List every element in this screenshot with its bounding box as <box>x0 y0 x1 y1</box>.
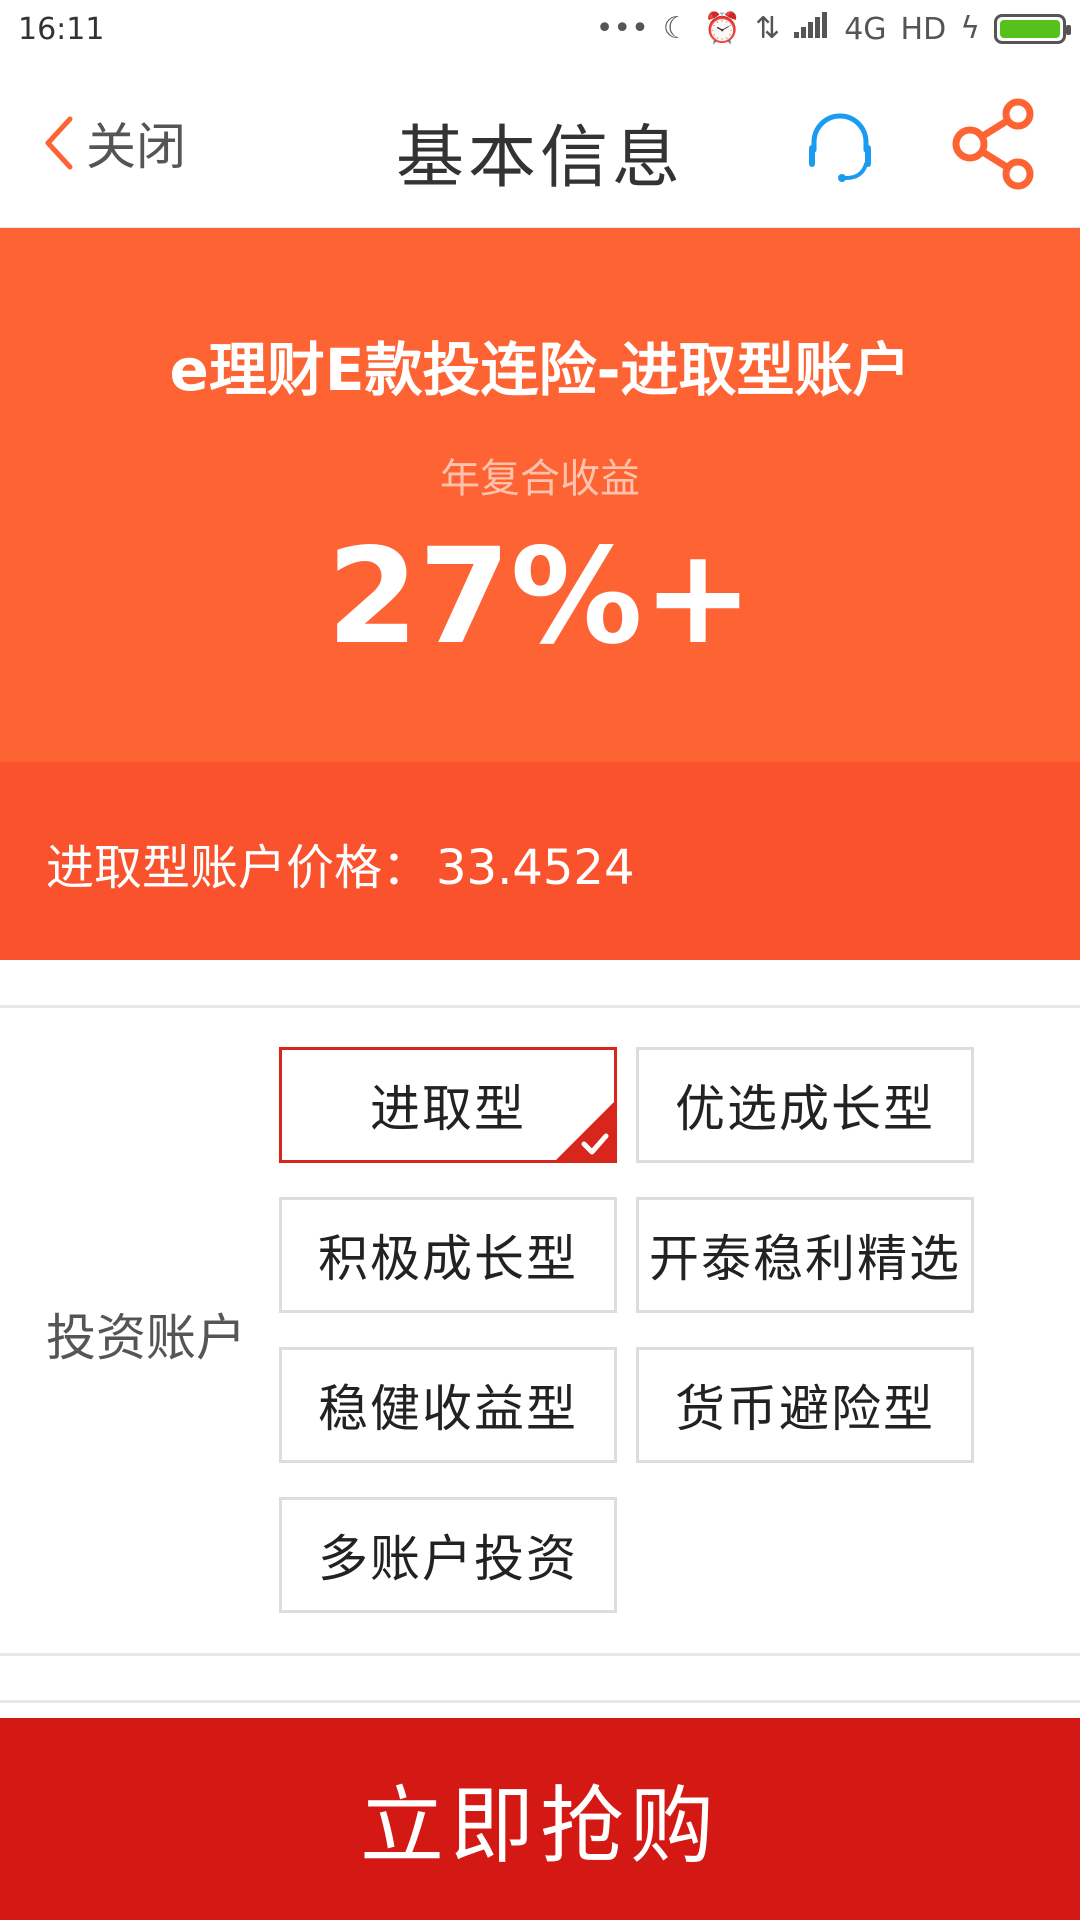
alarm-icon: ⏰ <box>703 11 742 46</box>
headset-icon[interactable] <box>800 106 880 186</box>
product-name: e理财E款投连险-进取型账户 <box>169 336 911 404</box>
account-option-active-growth[interactable]: 积极成长型 <box>279 1197 617 1313</box>
buy-now-button[interactable]: 立即抢购 <box>0 1718 1080 1920</box>
product-hero: e理财E款投连险-进取型账户 年复合收益 27%+ <box>0 228 1080 762</box>
status-icons: ••• ☾ ⏰ ⇅ 4G HD ϟ <box>595 10 1071 48</box>
account-option-money-hedge[interactable]: 货币避险型 <box>636 1347 974 1463</box>
account-option-label: 优选成长型 <box>675 1080 935 1138</box>
account-price-label: 进取型账户价格： <box>46 840 431 896</box>
yield-value: 27%+ <box>326 520 754 674</box>
account-option-label: 稳健收益型 <box>318 1380 578 1438</box>
signal-icon <box>794 10 830 48</box>
account-price-value: 33.4524 <box>436 840 635 896</box>
divider <box>0 1653 1080 1656</box>
yield-label: 年复合收益 <box>440 456 640 502</box>
account-option-preferred-growth[interactable]: 优选成长型 <box>636 1047 974 1163</box>
account-option-multi-account[interactable]: 多账户投资 <box>279 1497 617 1613</box>
account-option-label: 积极成长型 <box>318 1230 578 1288</box>
account-option-kaitai-stable[interactable]: 开泰稳利精选 <box>636 1197 974 1313</box>
moon-icon: ☾ <box>662 11 690 46</box>
battery-level <box>1000 20 1060 38</box>
divider <box>0 1005 1080 1008</box>
battery-icon <box>994 14 1071 44</box>
account-price-bar: 进取型账户价格： 33.4524 <box>0 762 1080 960</box>
account-option-aggressive[interactable]: 进取型 <box>279 1047 617 1163</box>
page-title: 基本信息 <box>395 119 684 198</box>
share-icon[interactable] <box>950 94 1040 194</box>
check-icon <box>556 1102 614 1160</box>
investment-account-label: 投资账户 <box>46 1309 246 1367</box>
more-dots-icon: ••• <box>595 11 649 46</box>
status-bar: 16:11 ••• ☾ ⏰ ⇅ 4G HD ϟ <box>0 0 1080 58</box>
charging-icon: ϟ <box>960 11 980 46</box>
network-type: 4G <box>844 11 887 47</box>
account-option-label: 多账户投资 <box>318 1530 578 1588</box>
account-option-steady-income[interactable]: 稳健收益型 <box>279 1347 617 1463</box>
account-option-label: 开泰稳利精选 <box>649 1230 961 1288</box>
account-option-label: 货币避险型 <box>675 1380 935 1438</box>
data-arrows-icon: ⇅ <box>755 11 781 46</box>
divider <box>0 1700 1080 1703</box>
account-option-label: 进取型 <box>370 1080 526 1138</box>
account-price: 进取型账户价格： 33.4524 <box>46 828 635 898</box>
status-time: 16:11 <box>18 12 105 47</box>
network-quality: HD <box>900 11 947 47</box>
nav-bar: 关闭 基本信息 <box>0 58 1080 228</box>
